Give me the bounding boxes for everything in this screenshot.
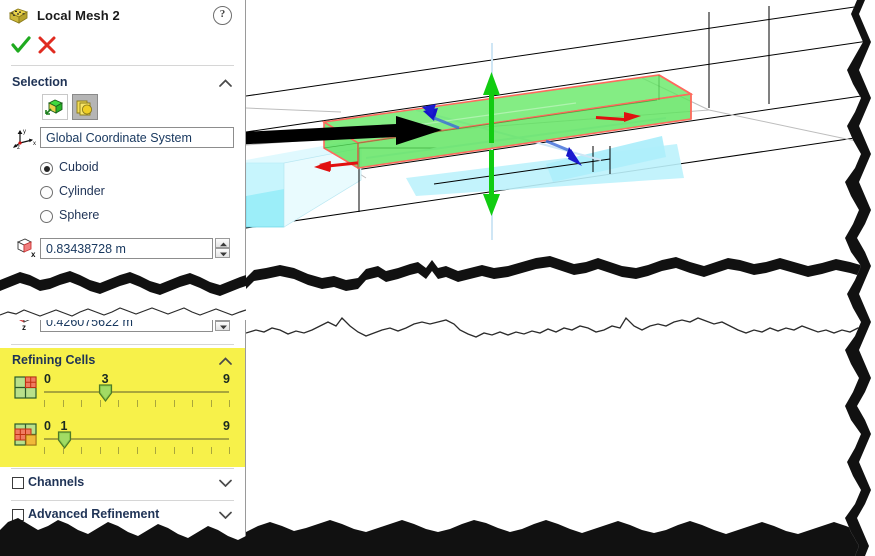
coordinate-system-icon: y x z [12,127,38,151]
radio-cuboid-dot[interactable] [40,162,53,175]
refine-solid-cells-icon [14,423,38,447]
svg-text:x: x [33,141,36,147]
divider-advanced [11,500,234,501]
slider-fluid-ticks [44,400,230,408]
slider-fluid-track[interactable] [44,391,229,393]
size-x-icon: x [14,237,38,259]
size-z-spinner[interactable] [215,311,230,332]
radio-cylinder-dot[interactable] [40,186,53,199]
radio-sphere[interactable]: Sphere [40,208,160,226]
select-component-icon[interactable] [72,94,98,120]
size-z-spinner-down[interactable] [215,321,230,331]
slider-solid-ticks [44,447,230,455]
section-label-channels: Channels [28,475,85,489]
radio-sphere-label: Sphere [59,208,100,222]
size-z-icon: z [14,307,38,332]
help-icon[interactable]: ? [213,6,232,25]
slider-refine-fluid-cells[interactable]: 0 9 3 [44,372,234,416]
panel-titlebar: Local Mesh 2 ? [0,0,245,31]
section-header-channels[interactable]: Channels [0,472,245,495]
size-x-spinner[interactable] [215,238,230,259]
section-header-advanced-refinement[interactable]: Advanced Refinement [0,504,245,527]
slider-fluid-min: 0 [44,372,51,386]
svg-text:x: x [31,250,36,259]
section-label-refining-cells: Refining Cells [12,353,96,367]
section-header-selection[interactable]: Selection [0,72,245,95]
radio-cylinder[interactable]: Cylinder [40,184,160,202]
divider-refining [11,344,234,345]
slider-refine-solid-cells[interactable]: 0 9 1 [44,419,234,463]
section-label-advanced-refinement: Advanced Refinement [28,507,160,521]
chevron-down-icon-advanced[interactable] [219,511,232,519]
slider-solid-min: 0 [44,419,51,433]
chevron-up-icon[interactable] [219,79,232,87]
section-label-selection: Selection [12,75,68,89]
mesh-cube-icon [8,6,30,26]
radio-sphere-dot[interactable] [40,210,53,223]
3d-model-svg [246,3,875,240]
divider-top [11,65,234,66]
size-x-spinner-down[interactable] [215,248,230,258]
svg-text:z: z [22,323,26,331]
slider-fluid-max: 9 [223,372,230,386]
svg-text:z: z [17,145,20,149]
size-z-input[interactable]: 0.426075622 m [40,311,213,332]
svg-text:y: y [23,129,26,135]
chevron-up-icon-refining[interactable] [219,357,232,365]
slider-solid-max: 9 [223,419,230,433]
3d-graphics-area[interactable] [246,0,875,556]
section-header-refining-cells[interactable]: Refining Cells [0,350,245,373]
size-z-spinner-up[interactable] [215,311,230,321]
chevron-down-icon-channels[interactable] [219,479,232,487]
coordinate-system-input[interactable]: Global Coordinate System [40,127,234,148]
channels-checkbox[interactable] [12,477,24,489]
size-x-input[interactable]: 0.83438728 m [40,238,213,259]
select-body-icon[interactable] [42,94,68,120]
radio-cuboid[interactable]: Cuboid [40,160,160,178]
section-refining-cells: Refining Cells 0 9 3 0 9 1 [0,348,245,467]
size-x-spinner-up[interactable] [215,238,230,248]
radio-cuboid-label: Cuboid [59,160,99,174]
divider-channels [11,468,234,469]
panel-title: Local Mesh 2 [37,8,120,23]
accept-button[interactable] [10,34,32,56]
panel-action-row [0,31,245,59]
property-manager-panel: Local Mesh 2 ? Selection y x z Global Co… [0,0,246,556]
advanced-refinement-checkbox[interactable] [12,509,24,521]
refine-fluid-cells-icon [14,376,38,400]
radio-cylinder-label: Cylinder [59,184,105,198]
cancel-button[interactable] [36,34,58,56]
